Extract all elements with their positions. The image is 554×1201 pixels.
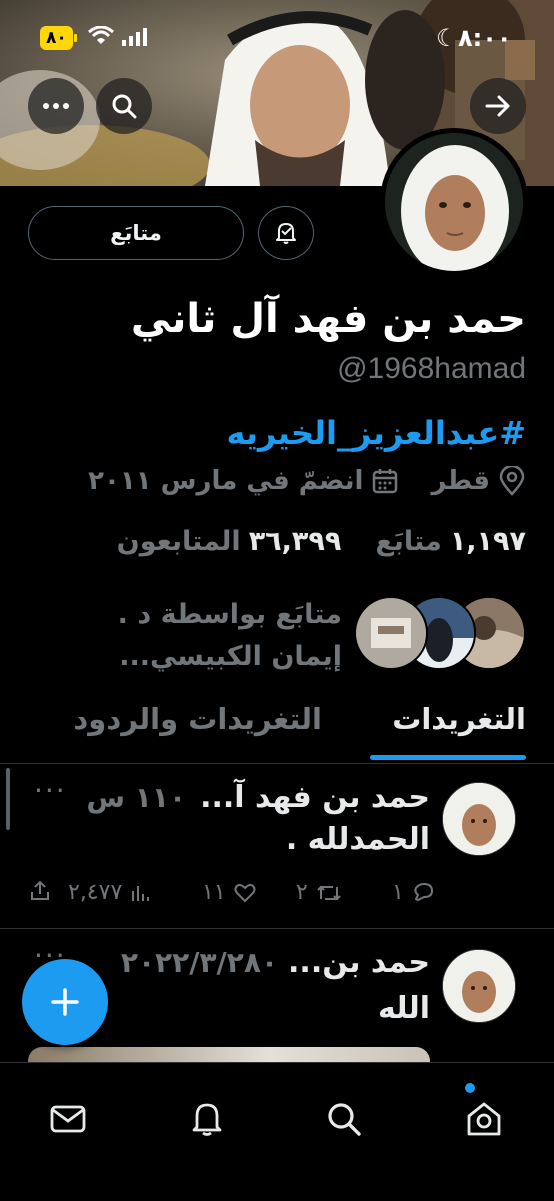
tab-tweets-and-replies[interactable]: التغريدات والردود (73, 702, 322, 736)
followers-stat[interactable]: ٣٦,٣٩٩ المتابعون (117, 526, 342, 557)
following-stat[interactable]: ١,١٩٧ متابَع (375, 526, 526, 557)
replies-count: ١ (392, 880, 404, 905)
nav-home[interactable] (454, 1089, 514, 1149)
more-button[interactable] (28, 78, 84, 134)
notification-dot (465, 1083, 475, 1093)
views-button[interactable]: ٢,٤٧٧ (68, 880, 150, 905)
nav-messages[interactable] (38, 1089, 98, 1149)
share-icon (31, 880, 49, 900)
followers-label: المتابعون (116, 526, 241, 557)
following-button-label: متابَع (110, 221, 162, 245)
tweet-author-name[interactable]: حمد بن... (288, 945, 430, 980)
calendar-icon (373, 469, 398, 494)
follower-avatar-3 (354, 596, 428, 670)
search-icon (112, 94, 137, 119)
tweet-text: الحمدلله . (285, 822, 430, 857)
clock: ٨:٠٠ (458, 24, 512, 52)
profile-handle: @1968hamad (337, 352, 526, 385)
compose-tweet-button[interactable] (22, 959, 108, 1045)
followed-by-text[interactable]: متابَع بواسطة د . إيمان الكبيسي... (118, 594, 342, 678)
nav-notifications[interactable] (177, 1089, 237, 1149)
profile-name: حمد بن فهد آل ثاني (130, 296, 526, 342)
followed-by-avatars[interactable] (354, 596, 526, 670)
location-pin-icon (499, 466, 525, 496)
joined-date: انضمّ في مارس ٢٠١١ (88, 466, 364, 496)
tweet-more-icon[interactable]: ··· (34, 774, 67, 807)
ellipsis-icon (43, 103, 69, 109)
views-count: ٢,٤٧٧ (68, 880, 123, 905)
following-count: ١,١٩٧ (449, 526, 526, 557)
retweet-button[interactable]: ٢ (296, 880, 342, 905)
wifi-icon (88, 26, 114, 44)
like-button[interactable]: ١١ (202, 880, 256, 905)
tweet-author-name[interactable]: حمد بن فهد آ... (200, 780, 430, 815)
bottom-navigation (0, 1062, 554, 1201)
follow-stats: ١,١٩٧ متابَع ٣٦,٣٩٩ المتابعون (117, 526, 526, 557)
following-button[interactable]: متابَع (28, 206, 244, 260)
notification-toggle-button[interactable] (258, 206, 314, 260)
tweet-text: الله (378, 991, 430, 1026)
tab-tweets-label: التغريدات (392, 702, 526, 736)
tweet-time: ١١٠ س (86, 781, 187, 814)
tab-replies-label: التغريدات والردود (73, 702, 322, 736)
status-bar: ٨٠ ☾ ٨:٠٠ (0, 0, 554, 72)
messages-icon (50, 1105, 86, 1133)
nav-search[interactable] (314, 1089, 374, 1149)
tweet-avatar[interactable] (442, 949, 516, 1023)
share-button[interactable] (30, 880, 50, 902)
tweet-header: حمد بن فهد آ... ١١٠ س (86, 780, 430, 815)
likes-count: ١١ (202, 880, 226, 905)
home-icon (467, 1102, 501, 1136)
search-icon (328, 1103, 361, 1136)
followed-by-line-2: إيمان الكبيسي... (119, 641, 342, 672)
scroll-indicator (6, 768, 10, 830)
arrow-right-icon (485, 95, 510, 117)
battery-level: ٨٠ (40, 26, 73, 50)
avatar-photo (385, 133, 523, 271)
location-text: قطر (431, 466, 490, 496)
search-button[interactable] (96, 78, 152, 134)
profile-meta: قطر انضمّ في مارس ٢٠١١ (88, 466, 526, 496)
battery-indicator: ٨٠ (40, 26, 77, 50)
bell-check-icon (276, 223, 296, 244)
followed-by-line-1: متابَع بواسطة د . (117, 599, 342, 630)
active-tab-indicator (370, 755, 526, 760)
tweet-1[interactable]: حمد بن فهد آ... ١١٠ س ··· الحمدلله . ٢,٤… (0, 764, 554, 928)
retweets-count: ٢ (296, 880, 308, 905)
forward-button[interactable] (470, 78, 526, 134)
moon-icon: ☾ (436, 24, 458, 52)
tweet-avatar[interactable] (442, 782, 516, 856)
tweet-time: ٢٠٢٢/٣/٢٨٠ (120, 946, 279, 979)
retweet-icon (317, 885, 341, 900)
plus-icon (51, 988, 79, 1016)
tweet-header: حمد بن... ٢٠٢٢/٣/٢٨٠ (121, 945, 430, 980)
bio-hashtag[interactable]: #عبدالعزيز_الخيريه (226, 414, 526, 452)
reply-button[interactable]: ١ (392, 880, 434, 905)
views-chart-icon (132, 885, 150, 901)
tab-tweets[interactable]: التغريدات (392, 702, 526, 736)
profile-avatar[interactable] (380, 128, 528, 276)
heart-icon (234, 883, 256, 902)
cellular-signal-icon (122, 28, 147, 46)
followers-count: ٣٦,٣٩٩ (248, 526, 342, 557)
reply-icon (414, 882, 433, 901)
following-label: متابَع (375, 526, 442, 557)
bell-icon (192, 1103, 222, 1136)
